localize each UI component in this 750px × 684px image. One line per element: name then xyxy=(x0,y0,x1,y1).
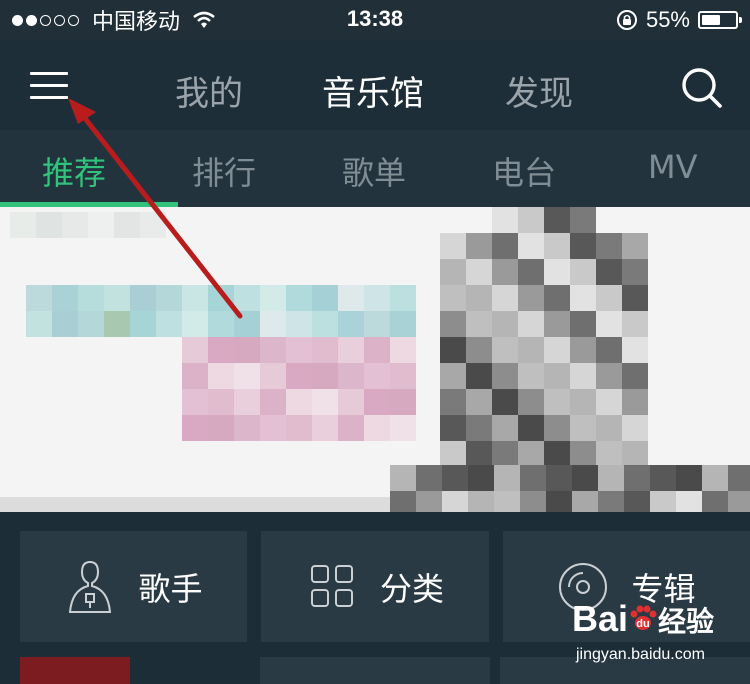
baidu-jingyan-watermark: Bai du 经验 jingyan.baidu.com xyxy=(572,598,742,672)
subtab-playlist[interactable]: 歌单 xyxy=(342,148,406,194)
rotation-lock-icon xyxy=(616,10,637,30)
list-thumbnail[interactable] xyxy=(260,657,490,684)
tab-music-hall[interactable]: 音乐馆 xyxy=(322,66,424,115)
subtab-rank[interactable]: 排行 xyxy=(192,148,256,194)
paw-icon: du xyxy=(630,605,657,630)
subtab-radio[interactable]: 电台 xyxy=(492,148,556,194)
subtab-recommend[interactable]: 推荐 xyxy=(42,148,106,194)
battery-percent: 55% xyxy=(645,7,690,32)
watermark-logo: Bai du 经验 xyxy=(572,598,715,639)
subtab-mv[interactable]: MV xyxy=(648,148,698,186)
singer-icon xyxy=(69,560,112,613)
battery-icon xyxy=(698,11,742,29)
category-singer[interactable]: 歌手 xyxy=(20,531,247,642)
category-label: 分类 xyxy=(379,569,444,608)
tab-mine[interactable]: 我的 xyxy=(175,66,243,115)
battery-nub xyxy=(739,17,742,23)
grid-icon xyxy=(310,564,353,607)
promo-banner[interactable] xyxy=(0,207,750,512)
watermark-url: jingyan.baidu.com xyxy=(576,646,705,663)
hamburger-menu-icon[interactable] xyxy=(30,72,70,100)
list-thumbnail[interactable] xyxy=(20,657,130,684)
category-label: 歌手 xyxy=(138,569,203,608)
top-nav: 我的 音乐馆 发现 xyxy=(0,40,750,130)
tab-discover[interactable]: 发现 xyxy=(505,66,573,115)
search-icon[interactable] xyxy=(680,66,724,110)
battery-fill xyxy=(702,15,720,25)
sub-tabs: 推荐 排行 歌单 电台 MV xyxy=(0,130,750,208)
status-bar: 中国移动 13:38 55% xyxy=(0,0,750,40)
category-genre[interactable]: 分类 xyxy=(261,531,489,642)
svg-text:du: du xyxy=(636,618,649,630)
status-right: 55% xyxy=(616,7,742,32)
